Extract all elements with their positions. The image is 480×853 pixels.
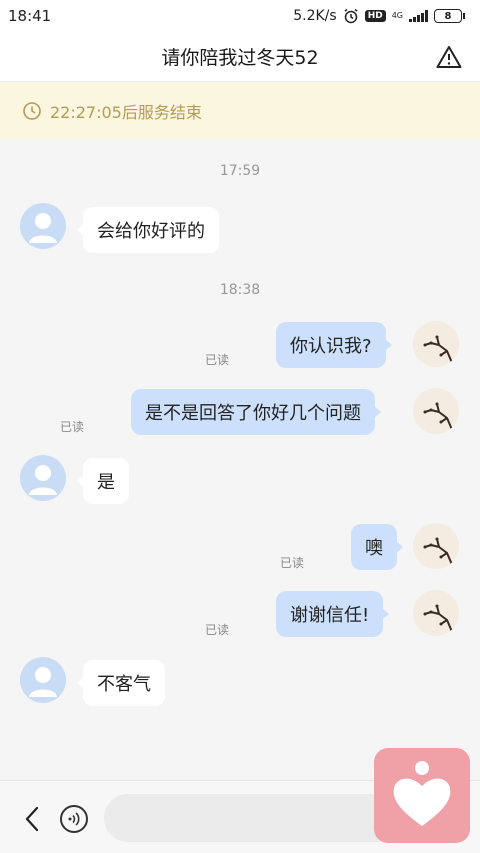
message-text: 你认识我? <box>290 336 372 357</box>
message-bubble[interactable]: 噢 <box>351 524 403 570</box>
message-bubble[interactable]: 是 <box>77 458 129 504</box>
timestamp: 17:59 <box>219 163 261 179</box>
message-text: 谢谢信任! <box>290 605 370 626</box>
hd-badge: HD <box>364 10 386 22</box>
my-avatar[interactable] <box>413 388 459 434</box>
status-time: 18:41 <box>8 7 52 25</box>
signal-icon <box>409 10 428 22</box>
read-receipt: 已读 <box>205 353 230 367</box>
default-user-icon <box>29 667 57 697</box>
branch-photo-icon <box>423 537 454 568</box>
voice-icon <box>68 812 80 826</box>
my-avatar[interactable] <box>413 590 459 636</box>
service-notice: 22:27:05后服务结束 <box>0 83 480 139</box>
favorite-button[interactable] <box>374 748 470 843</box>
message-bubble[interactable]: 会给你好评的 <box>77 207 219 253</box>
net-speed: 5.2K/s <box>293 8 337 24</box>
my-avatar[interactable] <box>413 523 459 569</box>
message-bubble[interactable]: 谢谢信任! <box>276 591 390 637</box>
read-receipt: 已读 <box>60 420 85 434</box>
alarm-icon <box>344 8 358 24</box>
clock-icon <box>23 102 41 120</box>
message-text: 不客气 <box>97 674 151 695</box>
message-text: 是不是回答了你好几个问题 <box>145 403 361 424</box>
message-bubble[interactable]: 是不是回答了你好几个问题 <box>131 389 381 435</box>
default-user-icon <box>29 213 57 243</box>
contact-avatar[interactable] <box>20 203 66 249</box>
voice-button[interactable] <box>60 805 88 833</box>
page-title: 请你陪我过冬天52 <box>161 47 319 69</box>
my-avatar[interactable] <box>413 321 459 367</box>
message-bubble[interactable]: 不客气 <box>77 660 165 706</box>
nav-bar: 请你陪我过冬天52 <box>0 32 480 82</box>
message-text: 会给你好评的 <box>97 221 205 242</box>
warning-icon <box>436 46 462 68</box>
branch-photo-icon <box>423 335 454 366</box>
branch-photo-icon <box>423 402 454 433</box>
default-user-icon <box>29 465 57 495</box>
battery-level: 8 <box>444 10 452 22</box>
status-bar: 18:41 5.2K/s HD 4G 8 <box>0 0 480 32</box>
service-countdown: 22:27:05后服务结束 <box>50 103 202 122</box>
message-bubble[interactable]: 你认识我? <box>276 322 392 368</box>
message-input[interactable] <box>104 794 404 842</box>
status-icons: 5.2K/s HD 4G 8 <box>293 8 465 24</box>
report-button[interactable] <box>436 44 462 70</box>
branch-photo-icon <box>423 604 454 635</box>
timestamp: 18:38 <box>219 282 261 298</box>
read-receipt: 已读 <box>205 623 230 637</box>
contact-avatar[interactable] <box>20 657 66 703</box>
contact-avatar[interactable] <box>20 455 66 501</box>
message-text: 是 <box>97 472 115 493</box>
back-button[interactable] <box>20 805 44 833</box>
heart-icon <box>393 760 451 826</box>
network-type: 4G <box>391 11 403 20</box>
battery-icon: 8 <box>434 9 465 23</box>
chevron-left-icon <box>25 806 39 832</box>
read-receipt: 已读 <box>280 556 305 570</box>
message-text: 噢 <box>365 538 383 559</box>
